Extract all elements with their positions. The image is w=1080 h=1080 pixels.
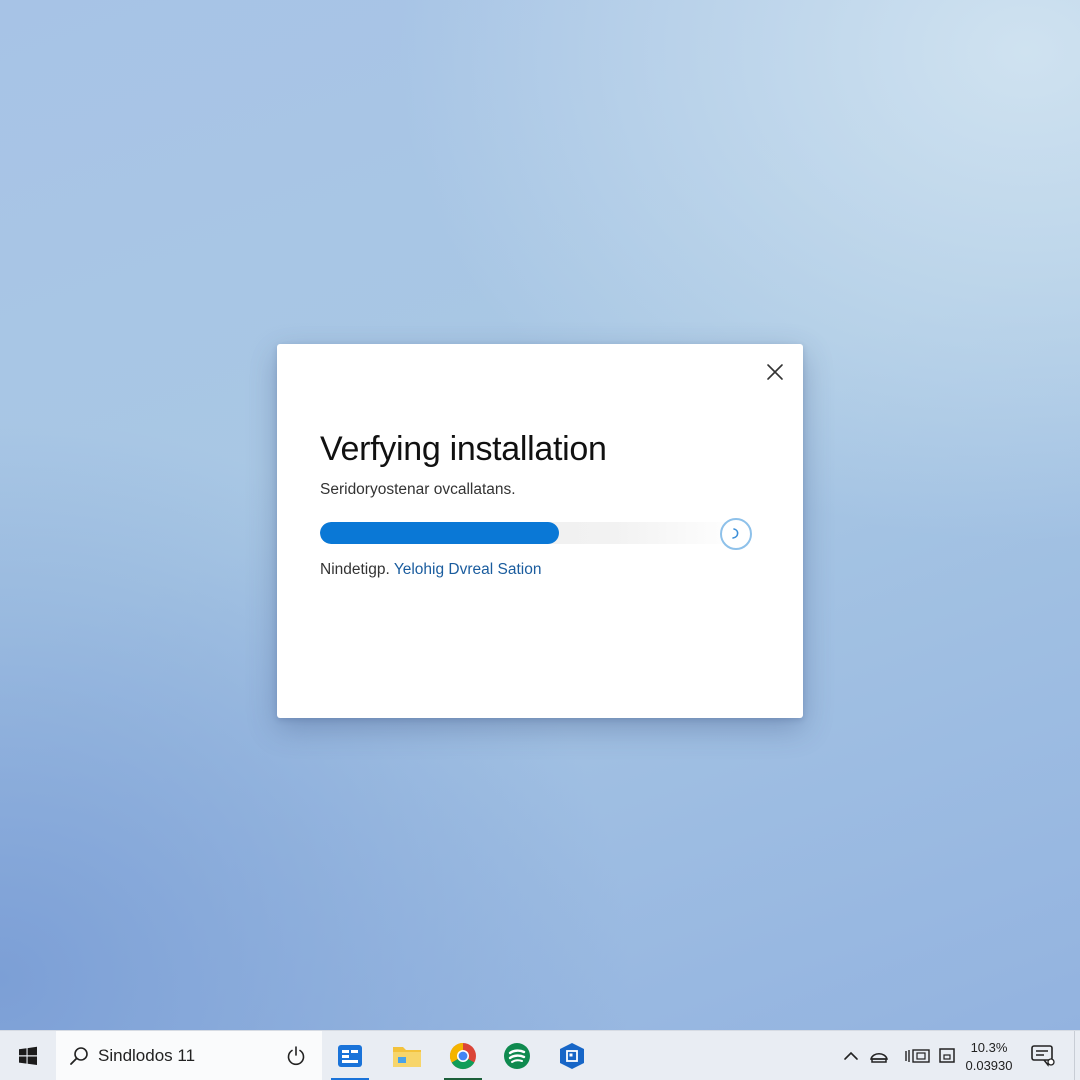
clock-date: 0.03930 (965, 1058, 1013, 1073)
network-icon (870, 1053, 888, 1063)
progress-fill (320, 522, 560, 544)
taskbar: Sindlodos 11 10.3% 0.03930 (0, 1030, 1080, 1080)
taskbar-search[interactable]: Sindlodos 11 (56, 1031, 322, 1080)
start-button[interactable] (0, 1031, 56, 1080)
chevron-up-icon (844, 1051, 858, 1060)
file-explorer-app[interactable] (380, 1031, 434, 1080)
status-text: Nindetigp. Yelohig Dvreal Sation (320, 561, 541, 579)
search-icon (70, 1047, 88, 1065)
close-icon (767, 364, 783, 380)
clock-time: 10.3% (970, 1040, 1008, 1055)
volume-icon (905, 1049, 930, 1063)
close-button[interactable] (761, 358, 789, 386)
dialog-subtitle: Seridoryostenar ovcallatans. (320, 481, 516, 498)
volume-tray[interactable] (904, 1046, 932, 1066)
show-desktop-button[interactable] (1074, 1031, 1080, 1080)
green-app[interactable] (490, 1031, 544, 1080)
notification-icon[interactable] (1030, 1044, 1056, 1068)
search-text: Sindlodos 11 (98, 1046, 196, 1065)
dialog-title: Verfying installation (320, 430, 607, 468)
spinner-icon (720, 518, 752, 550)
chrome-app[interactable] (436, 1031, 490, 1080)
store-icon (560, 1043, 584, 1069)
installation-dialog: Verfying installation Seridoryostenar ov… (277, 344, 803, 718)
tray-clock[interactable]: 10.3% 0.03930 (958, 1039, 1020, 1075)
tray-overflow-chevron[interactable] (841, 1046, 861, 1066)
green-app-icon (504, 1043, 530, 1069)
battery-tray[interactable] (937, 1046, 957, 1066)
windows-logo-icon (19, 1046, 37, 1065)
chrome-icon (449, 1042, 476, 1070)
store-app[interactable] (545, 1031, 599, 1080)
power-icon[interactable] (284, 1044, 308, 1068)
widgets-app[interactable] (323, 1031, 377, 1080)
display-icon (939, 1048, 955, 1063)
widgets-icon (338, 1045, 362, 1067)
progress-bar (320, 522, 740, 544)
status-prefix: Nindetigp. (320, 561, 390, 578)
folder-icon (393, 1047, 421, 1067)
network-tray[interactable] (869, 1046, 889, 1066)
status-link[interactable]: Yelohig Dvreal Sation (394, 561, 542, 578)
